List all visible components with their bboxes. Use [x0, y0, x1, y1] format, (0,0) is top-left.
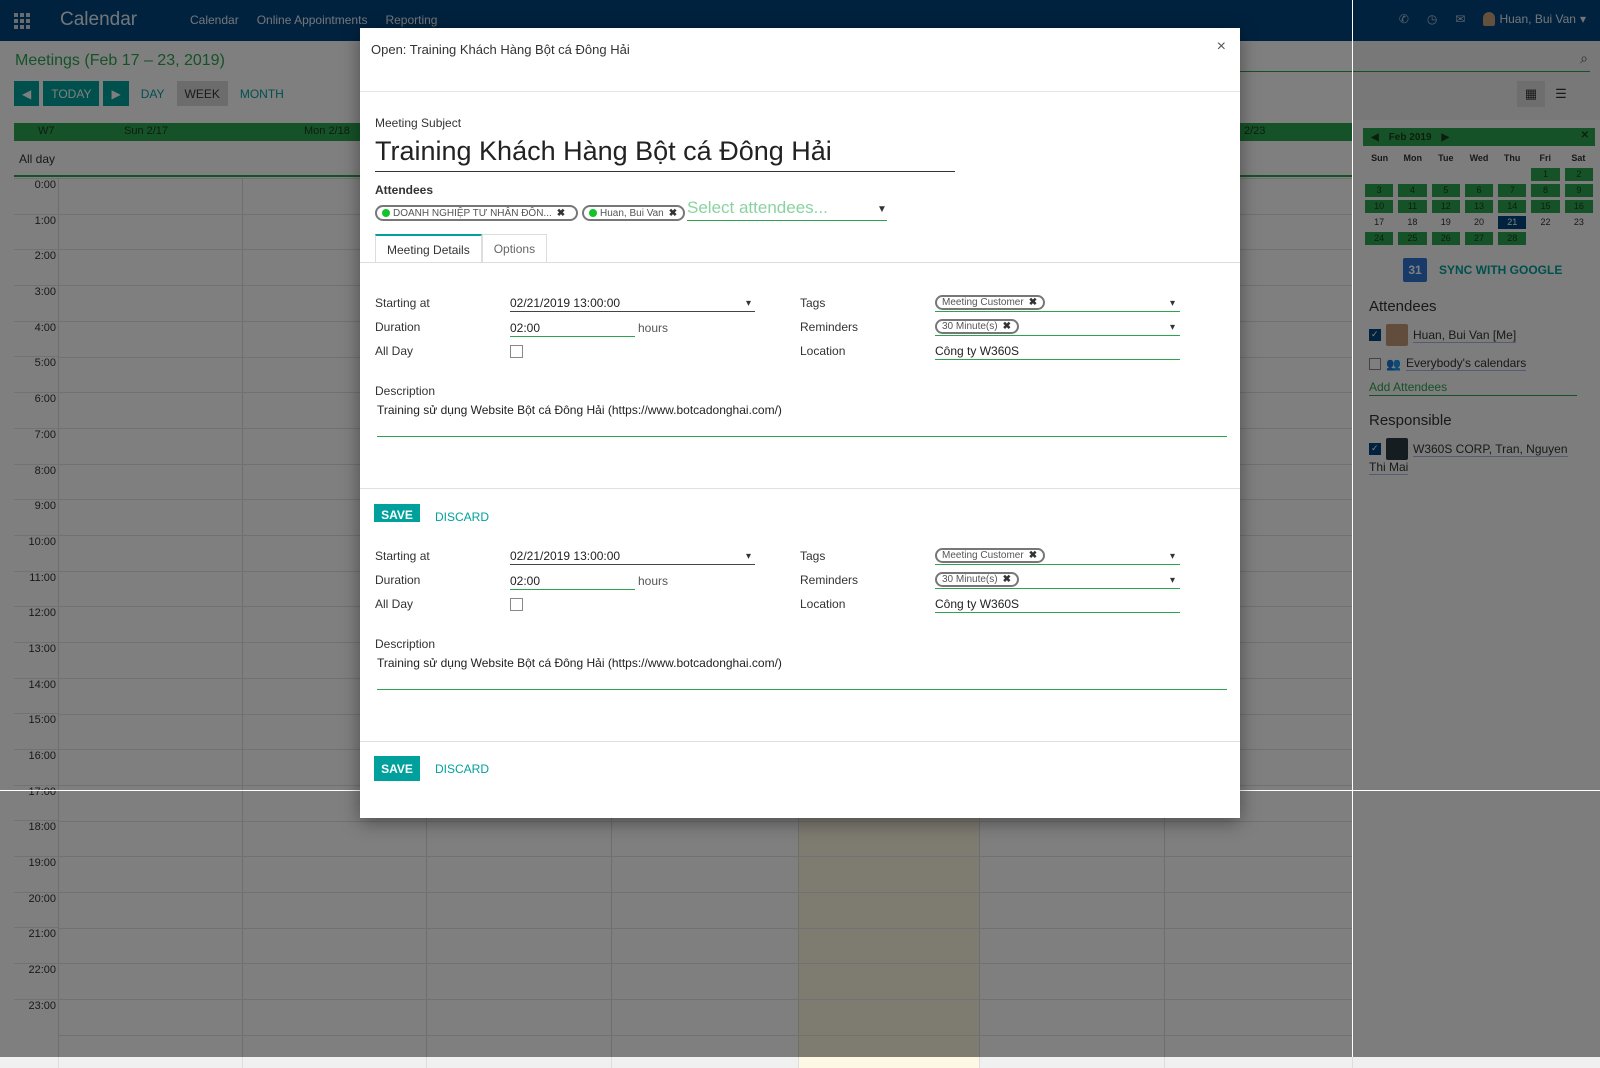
- starting-input[interactable]: 02/21/2019 13:00:00: [510, 549, 755, 565]
- dialog-title: Open: Training Khách Hàng Bột cá Đông Hả…: [371, 42, 630, 57]
- tab-options[interactable]: Options: [481, 234, 548, 263]
- remove-icon[interactable]: ✖: [669, 208, 677, 219]
- allday-checkbox[interactable]: [510, 345, 523, 358]
- duration-label: Duration: [375, 320, 421, 334]
- chevron-down-icon[interactable]: ▾: [1170, 575, 1175, 586]
- chevron-down-icon[interactable]: ▾: [1170, 298, 1175, 309]
- reminder-chip: 30 Minute(s) ✖: [935, 319, 1019, 334]
- attendees-input[interactable]: Select attendees...: [687, 198, 887, 221]
- divider: [1352, 0, 1353, 1057]
- location-label: Location: [800, 344, 846, 358]
- tag-chip: Meeting Customer ✖: [935, 295, 1046, 310]
- discard-button[interactable]: DISCARD: [435, 510, 489, 524]
- event-dialog: Open: Training Khách Hàng Bột cá Đông Hả…: [360, 28, 1240, 818]
- status-dot: [382, 209, 390, 217]
- location-input[interactable]: Công ty W360S: [935, 597, 1180, 613]
- close-icon[interactable]: ×: [1217, 38, 1226, 56]
- reminder-chip: 30 Minute(s) ✖: [935, 572, 1019, 587]
- status-dot: [589, 209, 597, 217]
- location-input[interactable]: Công ty W360S: [935, 344, 1180, 360]
- description-label: Description: [375, 637, 436, 651]
- tag-chip-label: Meeting Customer: [942, 297, 1024, 308]
- dialog-header: Open: Training Khách Hàng Bột cá Đông Hả…: [360, 28, 1240, 92]
- remove-icon[interactable]: ✖: [1029, 297, 1037, 308]
- duration-unit: hours: [638, 321, 669, 335]
- discard-button[interactable]: DISCARD: [435, 762, 489, 776]
- chevron-down-icon[interactable]: ▾: [1170, 551, 1175, 562]
- subject-label: Meeting Subject: [375, 116, 462, 130]
- location-label: Location: [800, 597, 846, 611]
- remove-icon[interactable]: ✖: [1003, 574, 1011, 585]
- divider: [0, 790, 360, 791]
- reminder-chip-label: 30 Minute(s): [942, 574, 998, 585]
- attendee-tag-label: Huan, Bui Van: [600, 207, 664, 219]
- attendee-tag: DOANH NGHIỆP TƯ NHÂN ĐÔN... ✖: [375, 205, 578, 221]
- subject-input[interactable]: Training Khách Hàng Bột cá Đông Hải: [375, 136, 955, 172]
- remove-icon[interactable]: ✖: [1029, 550, 1037, 561]
- description-input[interactable]: Training sử dụng Website Bột cá Đông Hải…: [377, 656, 1227, 690]
- allday-label: All Day: [375, 344, 414, 358]
- tags-label: Tags: [800, 296, 826, 310]
- chevron-down-icon[interactable]: ▾: [1170, 322, 1175, 333]
- save-button[interactable]: SAVE: [374, 756, 420, 781]
- attendee-tag: Huan, Bui Van ✖: [582, 205, 686, 221]
- remove-icon[interactable]: ✖: [1003, 321, 1011, 332]
- duration-input[interactable]: 02:00: [510, 321, 635, 337]
- description-label: Description: [375, 384, 436, 398]
- tab-meeting-details[interactable]: Meeting Details: [375, 234, 482, 263]
- reminders-label: Reminders: [800, 573, 859, 587]
- chevron-down-icon[interactable]: ▾: [746, 551, 751, 562]
- chevron-down-icon[interactable]: ▾: [746, 298, 751, 309]
- starting-input[interactable]: 02/21/2019 13:00:00: [510, 296, 755, 312]
- dropdown-arrow-icon[interactable]: ▼: [877, 204, 887, 215]
- tab-divider: [360, 262, 1240, 263]
- remove-icon[interactable]: ✖: [557, 208, 565, 219]
- duration-label: Duration: [375, 573, 421, 587]
- tag-chip-label: Meeting Customer: [942, 550, 1024, 561]
- starting-label: Starting at: [375, 549, 430, 563]
- duration-input[interactable]: 02:00: [510, 574, 635, 590]
- description-input[interactable]: Training sử dụng Website Bột cá Đông Hải…: [377, 403, 1227, 437]
- attendees-label: Attendees: [375, 183, 434, 197]
- footer-divider: [360, 488, 1240, 489]
- save-button[interactable]: SAVE: [374, 504, 420, 522]
- reminders-label: Reminders: [800, 320, 859, 334]
- allday-label: All Day: [375, 597, 414, 611]
- divider: [1240, 790, 1600, 791]
- tag-chip: Meeting Customer ✖: [935, 548, 1046, 563]
- attendee-tag-label: DOANH NGHIỆP TƯ NHÂN ĐÔN...: [393, 207, 552, 219]
- reminder-chip-label: 30 Minute(s): [942, 321, 998, 332]
- allday-checkbox[interactable]: [510, 598, 523, 611]
- footer-divider: [360, 741, 1240, 742]
- duration-unit: hours: [638, 574, 669, 588]
- dialog-tabs: Meeting Details Options: [375, 234, 548, 263]
- starting-label: Starting at: [375, 296, 430, 310]
- tags-label: Tags: [800, 549, 826, 563]
